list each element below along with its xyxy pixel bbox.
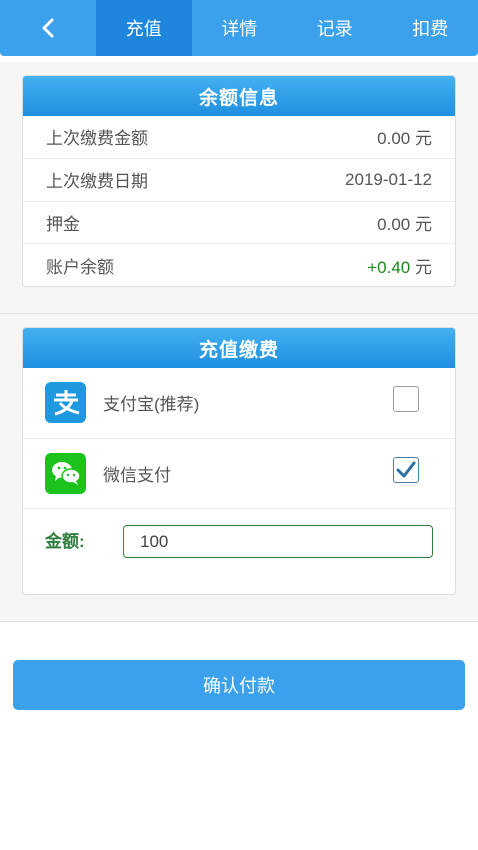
balance-card-title: 余额信息: [23, 76, 455, 116]
payment-method-label: 支付宝(推荐): [103, 395, 200, 415]
last-payment-date-row: 上次缴费日期 2019-01-12: [23, 159, 455, 202]
confirm-payment-button[interactable]: 确认付款: [13, 660, 465, 710]
alipay-icon: [45, 382, 86, 424]
account-balance-row: 账户余额 +0.40 元: [23, 244, 455, 286]
checkmark-icon: [396, 461, 416, 477]
row-label: 账户余额: [46, 258, 114, 278]
chevron-left-icon: [42, 18, 54, 38]
row-label: 上次缴费金额: [46, 129, 148, 149]
row-value: 0.00 元: [377, 129, 432, 149]
row-label: 上次缴费日期: [46, 172, 148, 192]
amount-row: 金额:: [23, 509, 455, 593]
tab-details[interactable]: 详情: [192, 0, 288, 56]
back-button[interactable]: [0, 0, 96, 56]
recharge-panel: 充值缴费 支付宝(推荐) 微信支付 金额: 100: [0, 314, 478, 622]
row-value: +0.40 元: [367, 258, 432, 278]
tab-deductions[interactable]: 扣费: [383, 0, 478, 56]
last-payment-amount-row: 上次缴费金额 0.00 元: [23, 116, 455, 159]
balance-card: 余额信息 上次缴费金额 0.00 元 上次缴费日期 2019-01-12 押金 …: [22, 75, 456, 287]
payment-method-alipay[interactable]: 支付宝(推荐): [23, 368, 455, 439]
balance-panel: 余额信息 上次缴费金额 0.00 元 上次缴费日期 2019-01-12 押金 …: [0, 62, 478, 314]
amount-label: 金额:: [45, 532, 85, 551]
alipay-checkbox[interactable]: [393, 386, 419, 412]
recharge-card-title: 充值缴费: [23, 328, 455, 368]
recharge-card: 充值缴费 支付宝(推荐) 微信支付 金额: 100: [22, 327, 456, 595]
row-value: 0.00 元: [377, 214, 432, 234]
balance-amount: +0.40: [367, 258, 411, 278]
tab-recharge[interactable]: 充值: [96, 0, 192, 56]
row-label: 押金: [46, 214, 80, 234]
payment-method-wechat[interactable]: 微信支付: [23, 439, 455, 509]
top-nav: 充值 详情 记录 扣费: [0, 0, 478, 56]
deposit-row: 押金 0.00 元: [23, 202, 455, 245]
row-value: 2019-01-12: [345, 169, 432, 189]
payment-method-label: 微信支付: [103, 465, 171, 485]
amount-input[interactable]: [123, 525, 433, 558]
tab-records[interactable]: 记录: [287, 0, 383, 56]
wechat-checkbox[interactable]: [393, 456, 419, 483]
wechat-icon: [45, 452, 86, 494]
